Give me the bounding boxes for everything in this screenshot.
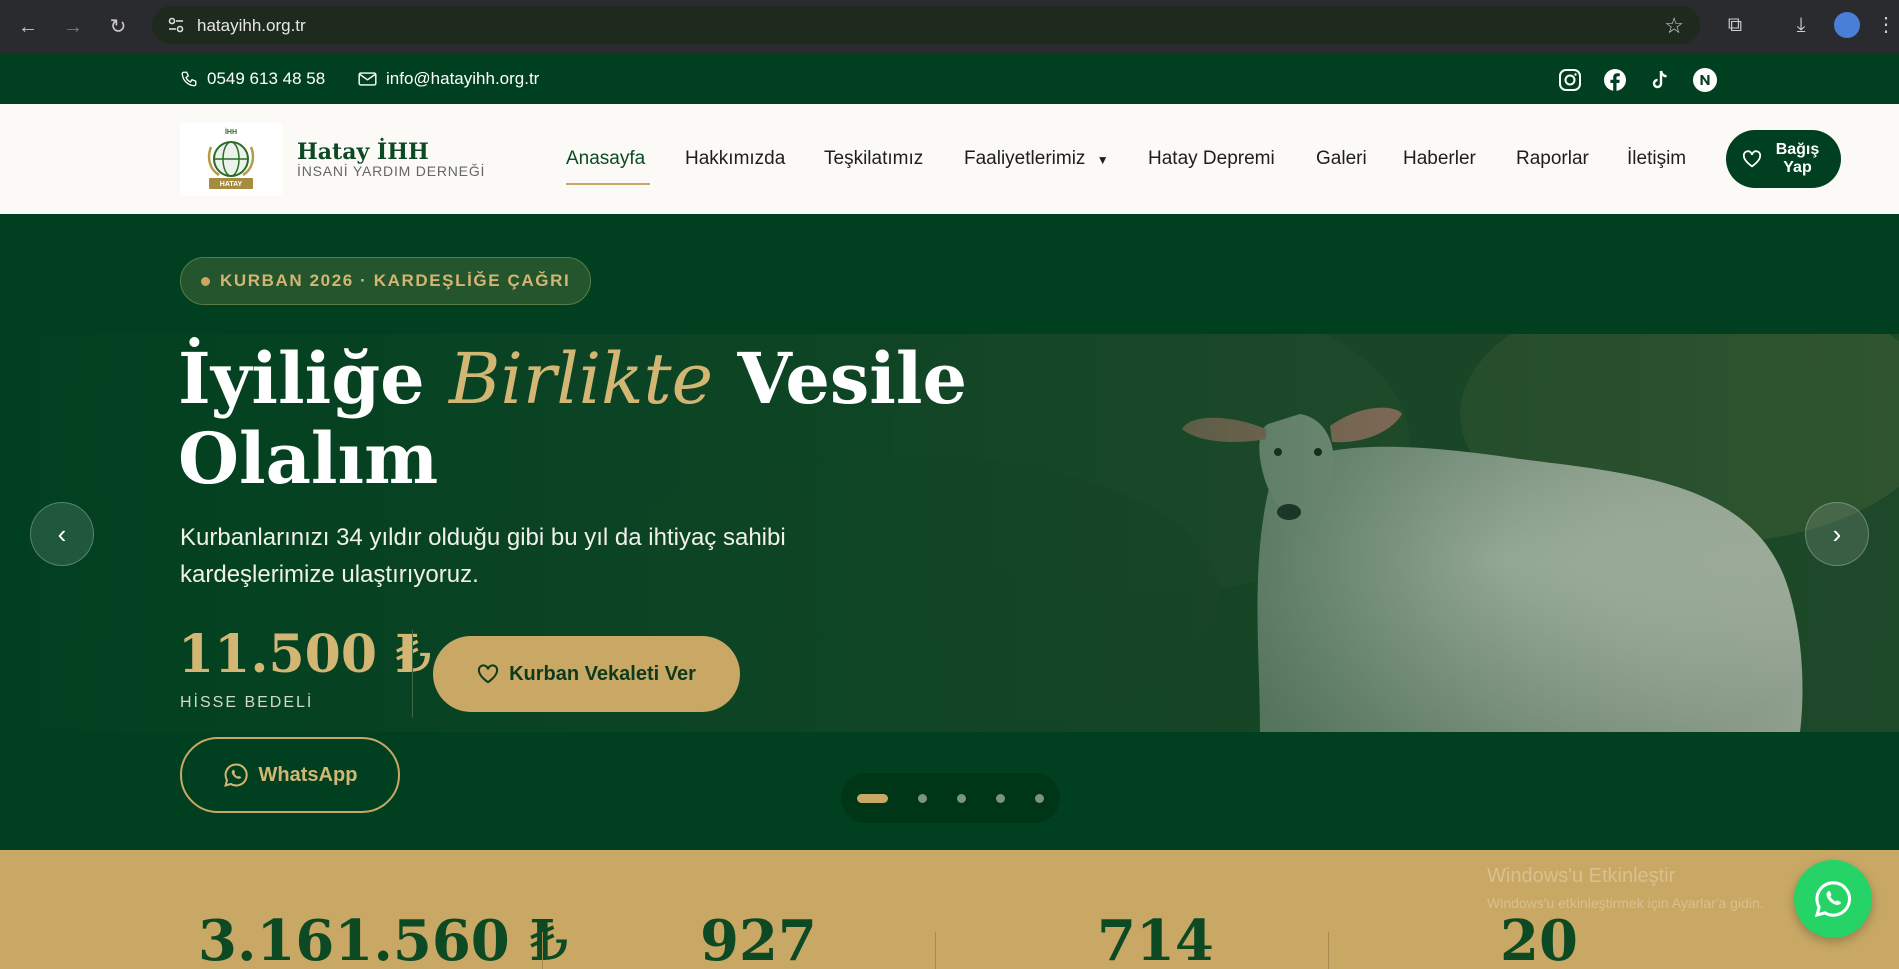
slider-next-button[interactable]: › xyxy=(1805,502,1869,566)
contact-bar: 0549 613 48 58 info@hatayihh.org.tr xyxy=(0,54,1899,104)
whatsapp-icon xyxy=(1814,881,1851,918)
windows-activation-hint: Windows'u etkinleştirmek için Ayarlar'a … xyxy=(1487,895,1764,911)
hero-description: Kurbanlarınızı 34 yıldır olduğu gibi bu … xyxy=(180,524,786,588)
logo-text: HATAY xyxy=(220,181,243,188)
chevron-right-icon: › xyxy=(1832,518,1842,549)
hero-title: İyiliğe Birlikte Vesile Olalım xyxy=(178,339,967,499)
stat-separator xyxy=(542,932,543,969)
logo[interactable]: İHH HATAY xyxy=(180,122,282,196)
hero-title-accent: Birlikte xyxy=(449,338,714,420)
facebook-icon[interactable] xyxy=(1602,67,1628,93)
url-text[interactable]: hatayihh.org.tr xyxy=(197,16,306,36)
nav-faaliyetlerimiz[interactable]: Faaliyetlerimiz ▼ xyxy=(964,148,1109,170)
brand-subtitle: İNSANİ YARDIM DERNEĞİ xyxy=(297,163,486,179)
kurban-vekalet-label: Kurban Vekaleti Ver xyxy=(509,662,696,685)
stat-separator xyxy=(1328,932,1329,969)
nav-raporlar[interactable]: Raporlar xyxy=(1516,148,1589,170)
stat-value-4: 20 xyxy=(1500,908,1578,969)
whatsapp-icon xyxy=(223,763,248,787)
logo-mark: İHH xyxy=(225,128,237,136)
n-icon[interactable] xyxy=(1692,67,1718,93)
hero-title-part1: İyiliğe xyxy=(178,337,450,420)
slide-dot-5[interactable] xyxy=(1035,793,1044,803)
browser-menu-icon[interactable]: ⋮ xyxy=(1876,12,1896,38)
whatsapp-button[interactable]: WhatsApp xyxy=(180,737,400,813)
campaign-tag-text: KURBAN 2026 · KARDEŞLİĞE ÇAĞRI xyxy=(220,271,571,290)
nav-iletisim[interactable]: İletişim xyxy=(1627,148,1686,170)
kurban-vekalet-button[interactable]: Kurban Vekaleti Ver xyxy=(433,636,740,712)
heart-icon xyxy=(478,664,499,684)
tag-dot xyxy=(201,276,210,286)
nav-teskilatimiz[interactable]: Teşkilatımız xyxy=(824,148,923,170)
windows-activation-watermark: Windows'u Etkinleştir xyxy=(1487,865,1676,887)
heart-icon xyxy=(1742,150,1761,168)
nav-faaliyetlerimiz-label: Faaliyetlerimiz xyxy=(964,148,1086,169)
donate-button[interactable]: Bağış Yap xyxy=(1726,130,1841,188)
hero-title-line2: Olalım xyxy=(178,417,439,500)
stat-value-3: 714 xyxy=(1097,908,1214,969)
extensions-icon[interactable]: ⧉ xyxy=(1722,12,1748,38)
nav-hatay-depremi[interactable]: Hatay Depremi xyxy=(1148,148,1275,170)
mail-icon xyxy=(358,72,377,86)
chevron-left-icon: ‹ xyxy=(57,518,67,549)
phone-number[interactable]: 0549 613 48 58 xyxy=(207,69,325,89)
email-contact[interactable]: info@hatayihh.org.tr xyxy=(358,69,539,89)
phone-icon xyxy=(181,71,197,87)
slide-dot-1[interactable] xyxy=(857,793,888,803)
share-price-label: HİSSE BEDELİ xyxy=(180,694,314,711)
hero-title-part2: Vesile xyxy=(713,337,968,420)
instagram-icon[interactable] xyxy=(1557,67,1583,93)
stat-value-1: 3.161.560 ₺ xyxy=(198,908,569,969)
slide-dot-3[interactable] xyxy=(957,793,966,803)
chevron-down-icon: ▼ xyxy=(1096,153,1109,167)
nav-anasayfa[interactable]: Anasayfa xyxy=(566,148,645,170)
slider-pagination xyxy=(841,773,1060,823)
stat-separator xyxy=(935,932,936,969)
share-price: 11.500 ₺ xyxy=(178,624,432,685)
slide-dot-4[interactable] xyxy=(996,793,1005,803)
active-nav-indicator xyxy=(566,183,650,185)
email-address[interactable]: info@hatayihh.org.tr xyxy=(386,69,539,89)
site-info-icon[interactable] xyxy=(166,15,186,35)
slide-dot-2[interactable] xyxy=(918,793,927,803)
phone-contact[interactable]: 0549 613 48 58 xyxy=(180,69,325,89)
bookmark-star-icon[interactable]: ☆ xyxy=(1664,13,1684,39)
stat-value-2: 927 xyxy=(700,908,817,969)
brand-name[interactable]: Hatay İHH xyxy=(297,139,429,165)
nav-hakkimizda[interactable]: Hakkımızda xyxy=(685,148,785,170)
browser-toolbar: ← → ↻ hatayihh.org.tr ☆ ⧉ ⤓ ⋮ xyxy=(0,0,1899,54)
back-icon[interactable]: ← xyxy=(14,13,42,41)
forward-icon[interactable]: → xyxy=(59,13,87,41)
price-divider xyxy=(412,630,413,718)
globe-logo-icon: İHH HATAY xyxy=(207,128,255,189)
donate-button-label: Bağış Yap xyxy=(1775,141,1820,176)
reload-icon[interactable]: ↻ xyxy=(104,13,132,41)
site-header: İHH HATAY Hatay İHH İNSANİ YARDIM DERNEĞ… xyxy=(0,104,1899,214)
slider-prev-button[interactable]: ‹ xyxy=(30,502,94,566)
whatsapp-button-label: WhatsApp xyxy=(258,763,358,786)
profile-avatar[interactable] xyxy=(1834,12,1860,38)
campaign-tag: KURBAN 2026 · KARDEŞLİĞE ÇAĞRI xyxy=(180,257,592,305)
hero-slider: KURBAN 2026 · KARDEŞLİĞE ÇAĞRI İyiliğe B… xyxy=(0,214,1899,850)
nav-galeri[interactable]: Galeri xyxy=(1316,148,1367,170)
download-icon[interactable]: ⤓ xyxy=(1788,12,1814,38)
whatsapp-float-button[interactable] xyxy=(1794,860,1872,938)
tiktok-icon[interactable] xyxy=(1647,67,1673,93)
address-bar[interactable]: hatayihh.org.tr ☆ xyxy=(152,6,1700,44)
nav-haberler[interactable]: Haberler xyxy=(1403,148,1476,170)
